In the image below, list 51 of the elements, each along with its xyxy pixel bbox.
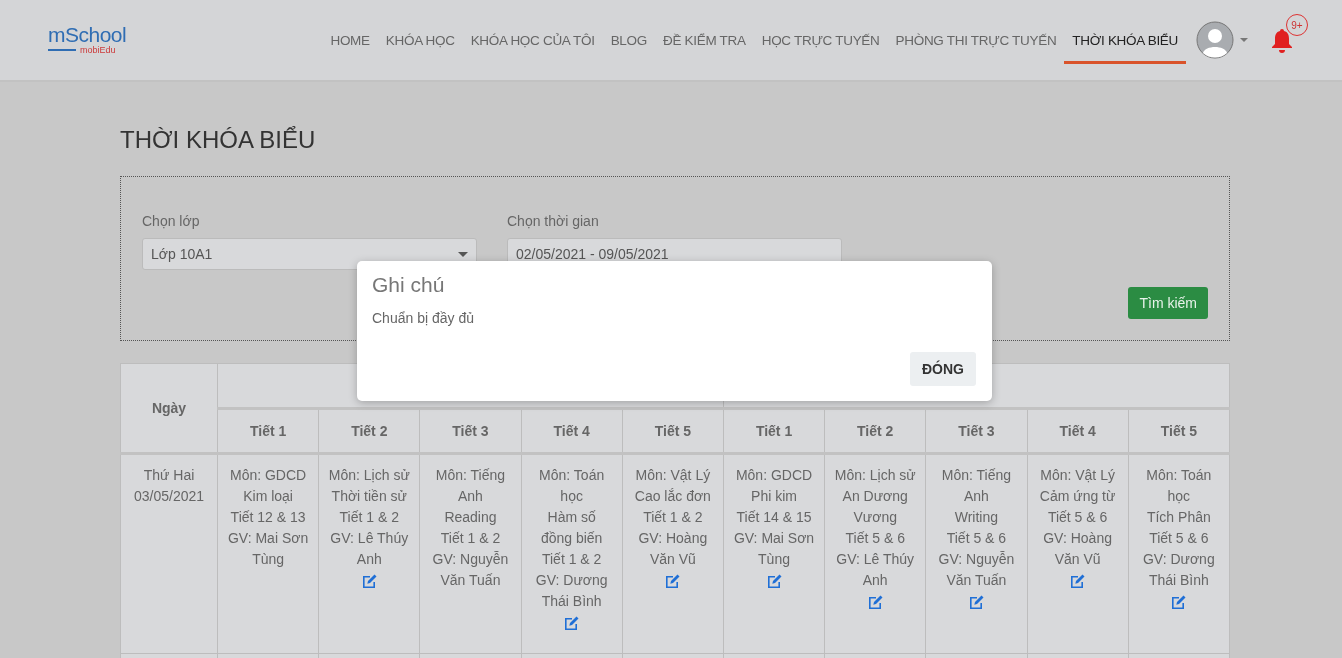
nav-link[interactable]: BLOG: [602, 0, 655, 64]
lesson-text: Môn: Lịch sử Thời tiền sử Tiết 1 & 2 GV: Lê Thúy Anh: [328, 466, 411, 569]
nav-link[interactable]: KHÓA HỌC CỦA TÔI: [462, 0, 603, 64]
column-header: Tiết 4: [521, 408, 623, 454]
logo-text[interactable]: mSchool: [48, 25, 127, 45]
avatar-icon[interactable]: [1196, 21, 1234, 59]
column-header: Tiết 5: [622, 408, 724, 454]
logo-subtitle: mobiEdu: [80, 45, 116, 55]
notification-badge: 9+: [1286, 14, 1308, 36]
field-label: Chọn thời gian: [507, 213, 600, 229]
modal-title: Ghi chú: [372, 273, 446, 297]
lesson-text: Môn: GDCD Phi kim Tiết 14 & 15 GV: Mai Sơn Tùng: [732, 466, 816, 569]
field-label: Chọn lớp: [142, 213, 201, 229]
column-header: Tiết 2: [824, 408, 926, 454]
page-title: THỜI KHÓA BIỂU: [120, 126, 317, 154]
column-header: Tiết 3: [419, 408, 522, 454]
lesson-text: Môn: Lịch sử An Dương Vương Tiết 5 & 6 GV: Lê Thúy Anh: [834, 466, 917, 590]
class-select[interactable]: Lớp 10A1: [142, 238, 477, 270]
lesson-text: Môn: Vật Lý Cao lắc đơn Tiết 1 & 2 GV: Hoàng Văn Vũ: [633, 466, 712, 569]
lesson-text: Môn: Tiếng Anh Writing Tiết 5 & 6 GV: Nguyễn Văn Tuấn: [937, 466, 1016, 590]
bell-icon[interactable]: [1270, 27, 1294, 53]
lesson-text: Môn: Vật Lý Cảm ứng từ Tiết 5 & 6 GV: Hoàng Văn Vũ: [1038, 466, 1117, 569]
edit-icon[interactable]: [866, 594, 884, 610]
close-button[interactable]: ĐÓNG: [910, 352, 976, 386]
lesson-text: Môn: Tiếng Anh Reading Tiết 1 & 2 GV: Nguyễn Văn Tuấn: [431, 466, 510, 590]
lesson-text: Môn: Toán học Tích Phân Tiết 5 & 6 GV: Dương Thái Bình: [1141, 466, 1216, 590]
day-label: Thứ Hai 03/05/2021: [132, 466, 206, 506]
column-header: Tiết 5: [1128, 408, 1230, 454]
edit-icon[interactable]: [360, 573, 378, 589]
edit-icon[interactable]: [563, 615, 581, 631]
nav-link[interactable]: KHÓA HỌC: [377, 0, 463, 64]
nav-link[interactable]: ĐỀ KIỂM TRA: [654, 0, 754, 64]
edit-icon[interactable]: [1170, 594, 1188, 610]
note-text: Chuẩn bị đầy đủ: [372, 310, 475, 326]
edit-icon[interactable]: [967, 594, 985, 610]
lesson-text: Môn: Toán học Hàm số đồng biến Tiết 1 & 2 GV: Dương Thái Bình: [534, 466, 609, 611]
column-header: Tiết 1: [217, 408, 319, 454]
column-header: Ngày: [120, 363, 218, 454]
nav-link[interactable]: HỌC TRỰC TUYẾN: [753, 0, 888, 64]
edit-icon[interactable]: [765, 573, 783, 589]
column-header: Tiết 3: [925, 408, 1027, 454]
lesson-text: Môn: GDCD Kim loại Tiết 12 & 13 GV: Mai Sơn Tùng: [227, 466, 310, 569]
edit-icon[interactable]: [1069, 573, 1087, 589]
column-header: Tiết 4: [1027, 408, 1129, 454]
column-header: Tiết 2: [318, 408, 420, 454]
nav-link[interactable]: PHÒNG THI TRỰC TUYẾN: [887, 0, 1065, 64]
nav-link[interactable]: HOME: [322, 0, 378, 64]
nav-link[interactable]: THỜI KHÓA BIỂU: [1064, 0, 1186, 64]
search-button[interactable]: Tìm kiếm: [1128, 287, 1208, 319]
column-header: Tiết 1: [723, 408, 825, 454]
edit-icon[interactable]: [664, 573, 682, 589]
